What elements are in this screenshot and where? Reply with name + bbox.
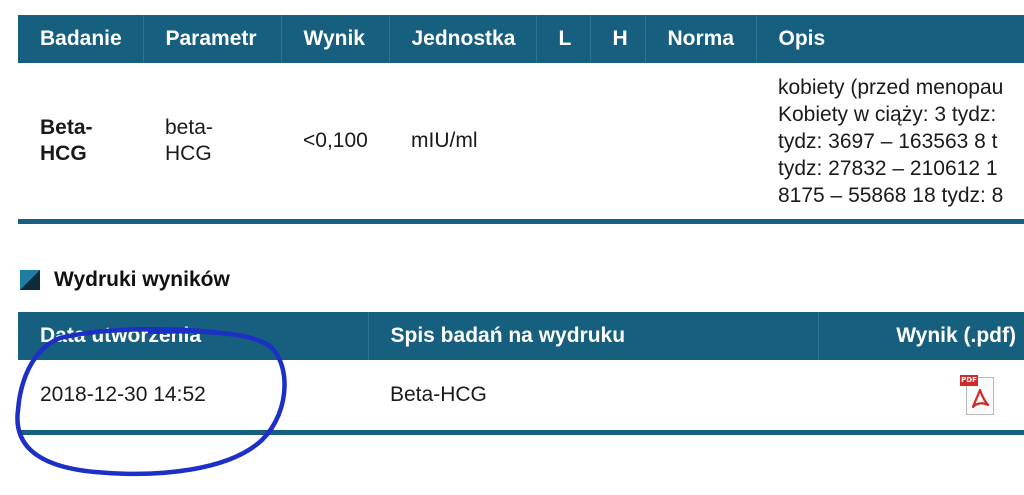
cell-badanie: Beta- HCG <box>18 63 143 224</box>
results-table: Badanie Parametr Wynik Jednostka L H Nor… <box>18 15 1024 224</box>
table-row: Beta- HCG beta- HCG <0,100 mIU/ml kobiet… <box>18 63 1024 224</box>
cell-pdf: PDF <box>818 360 1024 435</box>
col-header-opis[interactable]: Opis <box>756 15 1024 63</box>
printouts-section-heading: Wydruki wyników <box>20 268 230 292</box>
col-header-spis-badan[interactable]: Spis badań na wydruku <box>368 312 819 360</box>
pdf-tag-label: PDF <box>960 375 978 386</box>
col-header-jednostka[interactable]: Jednostka <box>389 15 537 63</box>
pdf-file-icon[interactable]: PDF <box>960 375 994 415</box>
table-row: 2018-12-30 14:52 Beta-HCG PDF <box>18 360 1024 435</box>
cell-date: 2018-12-30 14:52 <box>18 360 368 435</box>
cell-l <box>536 63 590 224</box>
square-marker-icon <box>20 270 40 290</box>
section-title: Wydruki wyników <box>54 268 230 291</box>
col-header-l[interactable]: L <box>536 15 591 63</box>
results-header-row: Badanie Parametr Wynik Jednostka L H Nor… <box>18 15 1024 63</box>
col-header-badanie[interactable]: Badanie <box>18 15 144 63</box>
col-header-h[interactable]: H <box>590 15 646 63</box>
cell-parametr: beta- HCG <box>143 63 281 224</box>
cell-opis: kobiety (przed menopau Kobiety w ciąży: … <box>756 63 1024 224</box>
cell-jednostka: mIU/ml <box>389 63 536 224</box>
col-header-norma[interactable]: Norma <box>645 15 757 63</box>
col-header-parametr[interactable]: Parametr <box>143 15 282 63</box>
col-header-wynik-pdf[interactable]: Wynik (.pdf) <box>818 312 1024 360</box>
printouts-header-row: Data utworzenia Spis badań na wydruku Wy… <box>18 312 1024 360</box>
cell-norma <box>645 63 756 224</box>
col-header-wynik[interactable]: Wynik <box>281 15 390 63</box>
cell-tests: Beta-HCG <box>368 360 818 435</box>
cell-wynik: <0,100 <box>281 63 389 224</box>
col-header-data-utworzenia[interactable]: Data utworzenia <box>18 312 369 360</box>
printouts-table: Data utworzenia Spis badań na wydruku Wy… <box>18 312 1024 435</box>
pdf-acrobat-swoosh <box>971 388 990 409</box>
cell-h <box>590 63 645 224</box>
